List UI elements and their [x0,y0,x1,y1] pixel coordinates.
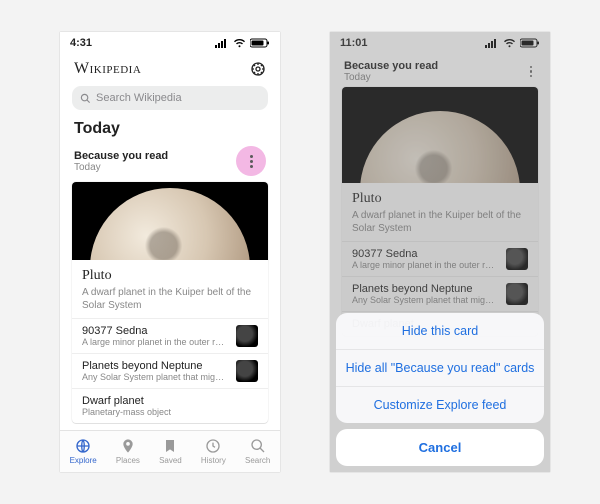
card-menu-button[interactable] [526,62,537,82]
because-you-read-card: Pluto A dwarf planet in the Kuiper belt … [342,87,538,336]
article-hero-image [72,182,268,260]
related-item: Planets beyond Neptune Any Solar System … [342,276,538,311]
phone-action-sheet: 11:01 Because you read Today Pluto A d [330,32,550,472]
status-icons [485,38,540,48]
sheet-customize[interactable]: Customize Explore feed [336,386,544,423]
article-hero-image [342,87,538,183]
article-subtitle: A dwarf planet in the Kuiper belt of the… [82,286,258,312]
article-title: Pluto [82,268,258,284]
battery-icon [250,38,270,48]
related-thumb [506,283,528,305]
tab-bar: Explore Places Saved History Search [60,430,280,472]
sheet-hide-card[interactable]: Hide this card [336,313,544,349]
card-heading: Because you read [74,150,168,162]
phone-explore: 4:31 Wikipedia Search Wikipedia Today Be… [60,32,280,472]
sheet-hide-all[interactable]: Hide all "Because you read" cards [336,349,544,386]
status-time: 11:01 [340,37,368,49]
tab-search[interactable]: Search [245,438,270,465]
wifi-icon [233,38,246,48]
sheet-cancel[interactable]: Cancel [336,429,544,466]
section-title: Today [60,120,280,142]
status-time: 4:31 [70,37,92,49]
related-item: 90377 Sedna A large minor planet in the … [342,241,538,276]
wikipedia-wordmark: Wikipedia [74,60,141,78]
related-thumb [236,360,258,382]
card-header: Because you read Today [60,142,280,182]
related-thumb [236,325,258,347]
article-title: Pluto [352,191,528,207]
search-input[interactable]: Search Wikipedia [72,86,268,110]
battery-icon [520,38,540,48]
tab-history[interactable]: History [201,438,226,465]
wifi-icon [503,38,516,48]
status-icons [215,38,270,48]
status-bar: 4:31 [60,32,280,54]
related-thumb [506,248,528,270]
status-bar: 11:01 [330,32,550,54]
related-item[interactable]: Planets beyond Neptune Any Solar System … [72,353,268,388]
card-subhead: Today [344,72,438,83]
search-placeholder: Search Wikipedia [96,92,182,104]
tab-places[interactable]: Places [116,438,140,465]
brand-row: Wikipedia [60,54,280,82]
card-heading: Because you read [344,60,438,72]
signal-icon [485,38,499,48]
card-header: Because you read Today [330,54,550,87]
tab-explore[interactable]: Explore [70,438,97,465]
search-icon [80,93,91,104]
settings-icon[interactable] [250,61,266,77]
related-item[interactable]: Dwarf planet Planetary-mass object [72,388,268,423]
article-subtitle: A dwarf planet in the Kuiper belt of the… [352,209,528,235]
action-sheet: Hide this card Hide all "Because you rea… [330,307,550,472]
card-menu-button[interactable] [236,146,266,176]
related-item[interactable]: 90377 Sedna A large minor planet in the … [72,318,268,353]
pluto-image [90,188,250,260]
pluto-image [360,111,520,183]
tab-saved[interactable]: Saved [159,438,182,465]
because-you-read-card[interactable]: Pluto A dwarf planet in the Kuiper belt … [72,182,268,423]
signal-icon [215,38,229,48]
card-subhead: Today [74,162,168,173]
